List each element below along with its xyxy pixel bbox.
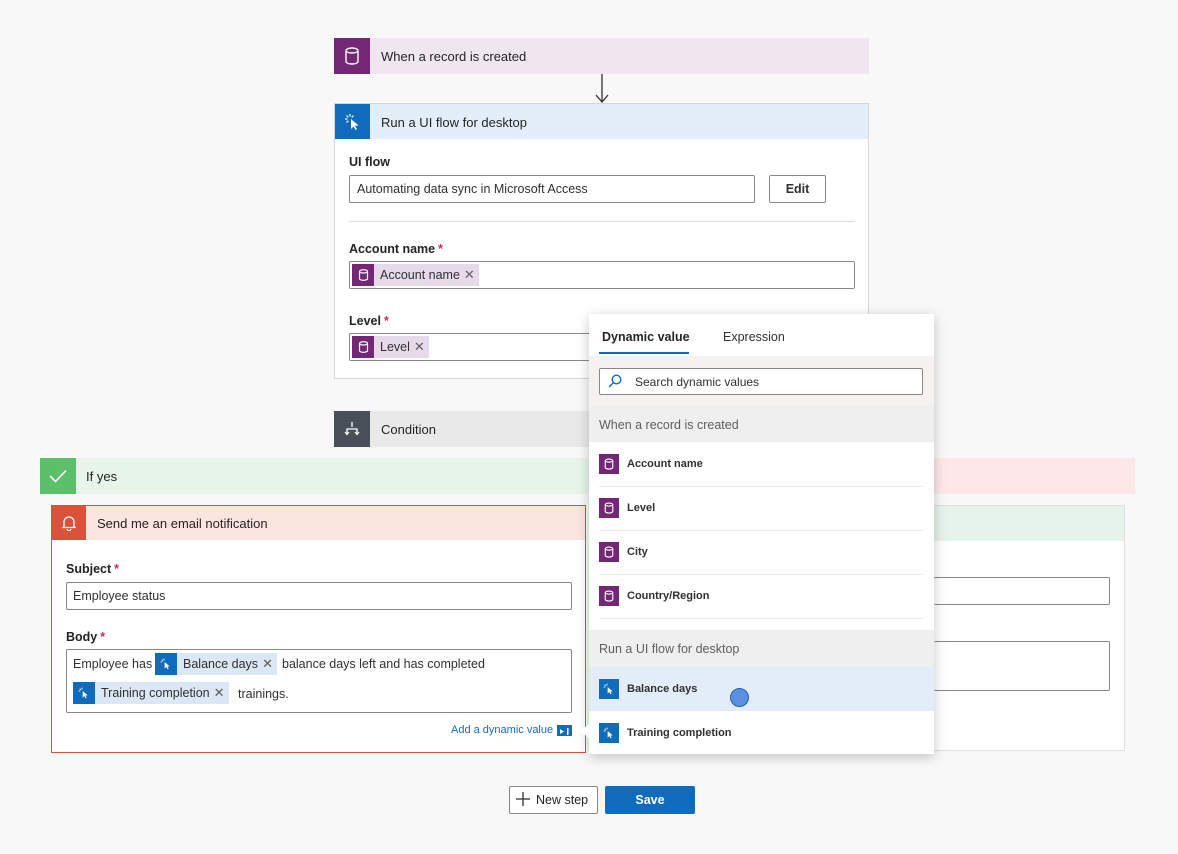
training-completion-token[interactable]: Training completion ✕ bbox=[73, 682, 229, 704]
required-mark: * bbox=[438, 242, 444, 256]
dataverse-icon bbox=[599, 586, 619, 606]
level-label: Level * bbox=[349, 314, 389, 328]
ui-flow-icon bbox=[335, 104, 370, 139]
trigger-title: When a record is created bbox=[381, 49, 527, 64]
item-label: Account name bbox=[627, 458, 703, 470]
if-yes-title: If yes bbox=[86, 469, 118, 484]
group-header-ui-flow: Run a UI flow for desktop bbox=[589, 630, 934, 667]
item-label: Balance days bbox=[627, 683, 698, 695]
required-mark: * bbox=[100, 630, 106, 644]
add-dynamic-value-link[interactable]: Add a dynamic value bbox=[451, 724, 553, 736]
if-no-card-header bbox=[934, 506, 1124, 541]
search-placeholder: Search dynamic values bbox=[635, 375, 760, 389]
ui-flow-label: UI flow bbox=[349, 155, 390, 169]
email-card-title: Send me an email notification bbox=[97, 516, 268, 531]
token-label: Training completion bbox=[101, 686, 210, 700]
body-text-1: Employee has bbox=[73, 657, 153, 671]
token-label: Level bbox=[380, 340, 410, 354]
subject-field[interactable]: Employee status bbox=[66, 582, 572, 610]
dataverse-icon bbox=[599, 454, 619, 474]
token-label: Balance days bbox=[183, 657, 259, 671]
account-name-token[interactable]: Account name ✕ bbox=[352, 264, 479, 286]
save-button[interactable]: Save bbox=[605, 786, 695, 814]
dynamic-item-account-name[interactable]: Account name bbox=[589, 442, 934, 486]
item-label: Country/Region bbox=[627, 590, 710, 602]
subject-value: Employee status bbox=[73, 589, 166, 603]
panel-pointer bbox=[580, 724, 589, 738]
group-title: Run a UI flow for desktop bbox=[599, 642, 740, 656]
edit-button[interactable]: Edit bbox=[769, 175, 826, 203]
item-label: Level bbox=[627, 502, 656, 514]
search-icon bbox=[608, 374, 622, 391]
body-text-3: trainings. bbox=[238, 687, 289, 701]
tab-active-underline bbox=[599, 352, 689, 354]
body-label: Body * bbox=[66, 630, 105, 644]
new-step-label: New step bbox=[536, 793, 589, 807]
ui-flow-icon bbox=[599, 723, 619, 743]
divider bbox=[599, 618, 923, 619]
email-card: Send me an email notification bbox=[51, 505, 586, 753]
level-token[interactable]: Level ✕ bbox=[352, 336, 429, 358]
tab-expression[interactable]: Expression bbox=[723, 330, 785, 344]
ui-flow-icon bbox=[73, 682, 95, 704]
if-no-field-1[interactable] bbox=[934, 577, 1110, 605]
group-header-trigger: When a record is created bbox=[589, 406, 934, 442]
ui-flow-field[interactable]: Automating data sync in Microsoft Access bbox=[349, 175, 755, 203]
dataverse-icon bbox=[599, 498, 619, 518]
ui-flow-icon bbox=[599, 679, 619, 699]
cursor-indicator bbox=[730, 688, 749, 707]
subject-label-text: Subject bbox=[66, 562, 112, 576]
dynamic-item-balance-days[interactable]: Balance days bbox=[589, 667, 934, 711]
bell-icon bbox=[52, 506, 86, 540]
balance-days-token[interactable]: Balance days ✕ bbox=[155, 653, 277, 675]
email-card-header[interactable]: Send me an email notification bbox=[52, 506, 585, 540]
ui-flow-card-header[interactable]: Run a UI flow for desktop bbox=[335, 104, 868, 139]
tab-dynamic-value[interactable]: Dynamic value bbox=[602, 330, 690, 344]
dynamic-item-city[interactable]: City bbox=[589, 530, 934, 574]
subject-label: Subject * bbox=[66, 562, 119, 576]
body-text-2: balance days left and has completed bbox=[282, 657, 485, 671]
ui-flow-title: Run a UI flow for desktop bbox=[381, 115, 527, 130]
body-label-text: Body bbox=[66, 630, 98, 644]
if-yes-branch: If yes bbox=[40, 458, 589, 494]
condition-title: Condition bbox=[381, 422, 436, 437]
remove-token-icon[interactable]: ✕ bbox=[262, 656, 277, 672]
token-label: Account name bbox=[380, 268, 460, 282]
ui-flow-icon bbox=[155, 653, 177, 675]
account-name-label-text: Account name bbox=[349, 242, 436, 256]
new-step-button[interactable]: New step bbox=[509, 786, 598, 814]
if-no-card bbox=[934, 505, 1125, 751]
remove-token-icon[interactable]: ✕ bbox=[414, 339, 429, 355]
dynamic-content-icon[interactable] bbox=[557, 725, 572, 736]
dataverse-icon bbox=[352, 264, 374, 286]
group-title: When a record is created bbox=[599, 418, 739, 432]
condition-icon bbox=[334, 411, 370, 447]
trigger-card[interactable]: When a record is created bbox=[334, 38, 869, 74]
account-name-label: Account name * bbox=[349, 242, 443, 256]
item-label: City bbox=[627, 546, 648, 558]
search-input[interactable]: Search dynamic values bbox=[599, 368, 923, 395]
if-no-field-2[interactable] bbox=[934, 641, 1110, 691]
level-label-text: Level bbox=[349, 314, 381, 328]
checkmark-icon bbox=[40, 458, 76, 494]
dataverse-icon bbox=[334, 38, 370, 74]
dynamic-item-training-completion[interactable]: Training completion bbox=[589, 711, 934, 755]
if-no-branch bbox=[934, 458, 1135, 494]
required-mark: * bbox=[383, 314, 389, 328]
dynamic-item-level[interactable]: Level bbox=[589, 486, 934, 530]
divider bbox=[349, 221, 855, 222]
item-label: Training completion bbox=[627, 727, 732, 739]
remove-token-icon[interactable]: ✕ bbox=[464, 267, 479, 283]
dataverse-icon bbox=[352, 336, 374, 358]
plus-icon bbox=[516, 791, 530, 809]
dataverse-icon bbox=[599, 542, 619, 562]
dynamic-item-country-region[interactable]: Country/Region bbox=[589, 574, 934, 618]
ui-flow-value: Automating data sync in Microsoft Access bbox=[357, 182, 588, 196]
connector-arrow bbox=[594, 74, 610, 104]
required-mark: * bbox=[114, 562, 120, 576]
remove-token-icon[interactable]: ✕ bbox=[214, 685, 229, 701]
